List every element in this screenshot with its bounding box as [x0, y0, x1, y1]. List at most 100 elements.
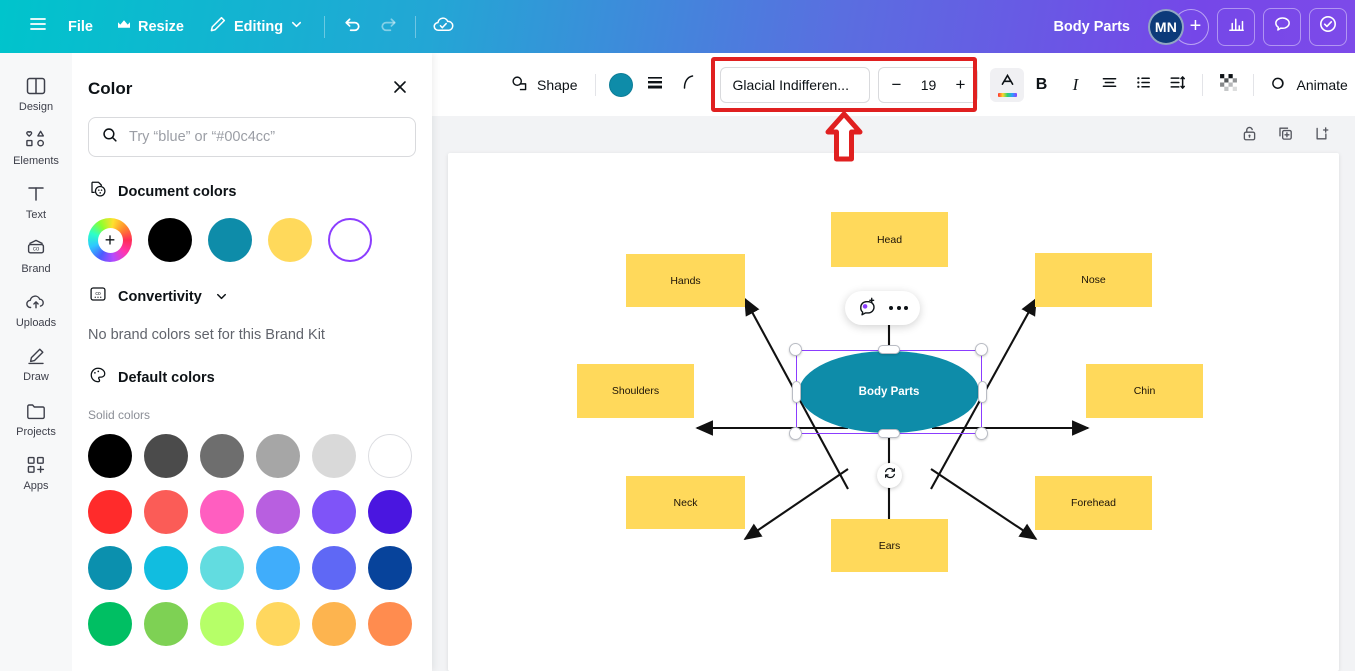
- node-head[interactable]: Head: [831, 212, 948, 267]
- document-colors-icon: [88, 179, 108, 204]
- file-menu-button[interactable]: File: [56, 12, 105, 42]
- redo-button[interactable]: [370, 9, 406, 45]
- resize-handle-top-right[interactable]: [975, 343, 988, 356]
- swatch-yellow[interactable]: [268, 218, 312, 262]
- border-style-button[interactable]: [638, 68, 672, 102]
- line-spacing-icon: [1168, 73, 1187, 97]
- sidebar-item-uploads[interactable]: Uploads: [3, 283, 69, 335]
- node-ears[interactable]: Ears: [831, 519, 948, 572]
- resize-handle-bottom-right[interactable]: [975, 427, 988, 440]
- chevron-down-icon[interactable]: [214, 289, 229, 304]
- sidebar-item-design[interactable]: Design: [3, 67, 69, 119]
- comments-button[interactable]: [1263, 7, 1301, 46]
- solid-swatch[interactable]: [312, 602, 356, 646]
- design-page[interactable]: Head Hands Nose Shoulders Chin Neck Fore…: [448, 153, 1339, 671]
- undo-icon: [342, 14, 363, 40]
- editing-mode-button[interactable]: Editing: [196, 8, 315, 45]
- node-forehead[interactable]: Forehead: [1035, 476, 1152, 530]
- sidebar-item-apps[interactable]: Apps: [3, 446, 69, 498]
- font-size-decrease-button[interactable]: −: [883, 71, 909, 99]
- resize-handle-bottom-left[interactable]: [789, 427, 802, 440]
- resize-handle-top-left[interactable]: [789, 343, 802, 356]
- approve-button[interactable]: [1309, 7, 1347, 46]
- close-icon: [391, 78, 409, 101]
- document-title[interactable]: Body Parts: [1043, 13, 1140, 41]
- close-panel-button[interactable]: [386, 75, 414, 103]
- solid-colors-grid: [72, 422, 432, 646]
- text-align-button[interactable]: [1092, 68, 1126, 102]
- solid-swatch[interactable]: [200, 490, 244, 534]
- undo-button[interactable]: [334, 9, 370, 45]
- solid-swatch[interactable]: [144, 490, 188, 534]
- font-size-input[interactable]: [911, 76, 946, 93]
- solid-swatch[interactable]: [368, 602, 412, 646]
- resize-handle-bottom-center[interactable]: [878, 429, 900, 438]
- sidebar-item-elements[interactable]: Elements: [3, 121, 69, 173]
- node-nose[interactable]: Nose: [1035, 253, 1152, 307]
- sidebar-item-text[interactable]: Text: [3, 175, 69, 227]
- magic-write-icon[interactable]: [857, 296, 877, 321]
- node-hands[interactable]: Hands: [626, 254, 745, 307]
- solid-swatch[interactable]: [256, 490, 300, 534]
- solid-swatch[interactable]: [88, 490, 132, 534]
- solid-swatch[interactable]: [88, 434, 132, 478]
- fill-color-button[interactable]: [604, 68, 638, 102]
- solid-swatch[interactable]: [312, 546, 356, 590]
- sidebar-item-draw[interactable]: Draw: [3, 337, 69, 389]
- italic-button[interactable]: I: [1058, 68, 1092, 102]
- lock-button[interactable]: [1233, 120, 1265, 152]
- solid-swatch[interactable]: [200, 602, 244, 646]
- sidebar-item-brand[interactable]: co Brand: [3, 229, 69, 281]
- brand-kit-header[interactable]: co Convertivity: [72, 262, 432, 309]
- solid-swatch[interactable]: [256, 602, 300, 646]
- node-body-parts-center[interactable]: Body Parts: [799, 351, 979, 433]
- solid-swatch[interactable]: [368, 490, 412, 534]
- solid-swatch[interactable]: [312, 490, 356, 534]
- add-page-button[interactable]: [1305, 120, 1337, 152]
- swatch-black[interactable]: [148, 218, 192, 262]
- color-search-box[interactable]: [88, 117, 416, 157]
- solid-swatch[interactable]: [88, 546, 132, 590]
- bullet-list-button[interactable]: [1126, 68, 1160, 102]
- resize-handle-middle-left[interactable]: [792, 381, 801, 403]
- solid-swatch[interactable]: [312, 434, 356, 478]
- node-shoulders[interactable]: Shoulders: [577, 364, 694, 418]
- solid-swatch[interactable]: [200, 434, 244, 478]
- resize-handle-top-center[interactable]: [878, 345, 900, 354]
- font-size-increase-button[interactable]: +: [947, 71, 973, 99]
- line-curve-button[interactable]: [672, 68, 706, 102]
- bold-button[interactable]: B: [1024, 68, 1058, 102]
- search-input[interactable]: [129, 129, 403, 145]
- line-spacing-button[interactable]: [1160, 68, 1194, 102]
- cloud-save-status-button[interactable]: [425, 9, 461, 45]
- shape-button[interactable]: Shape: [500, 68, 587, 102]
- hamburger-menu-button[interactable]: [20, 9, 56, 45]
- solid-swatch[interactable]: [256, 434, 300, 478]
- font-family-selector[interactable]: Glacial Indifferen...: [720, 66, 871, 103]
- color-picker-wheel[interactable]: [88, 218, 132, 262]
- duplicate-button[interactable]: [1269, 120, 1301, 152]
- solid-swatch[interactable]: [368, 434, 412, 478]
- insights-button[interactable]: [1217, 7, 1255, 46]
- resize-handle-middle-right[interactable]: [978, 381, 987, 403]
- swatch-white-selected[interactable]: [328, 218, 372, 262]
- solid-swatch[interactable]: [144, 602, 188, 646]
- swatch-teal[interactable]: [208, 218, 252, 262]
- solid-swatch[interactable]: [200, 546, 244, 590]
- cloud-check-icon: [432, 13, 455, 41]
- node-chin[interactable]: Chin: [1086, 364, 1203, 418]
- solid-swatch[interactable]: [144, 546, 188, 590]
- solid-swatch[interactable]: [144, 434, 188, 478]
- more-options-icon[interactable]: [889, 306, 908, 310]
- animate-button[interactable]: Animate: [1262, 68, 1355, 102]
- solid-swatch[interactable]: [256, 546, 300, 590]
- font-color-button[interactable]: [990, 67, 1025, 102]
- transparency-button[interactable]: [1211, 68, 1245, 102]
- rotate-handle[interactable]: [877, 463, 902, 488]
- node-neck[interactable]: Neck: [626, 476, 745, 529]
- sidebar-item-projects[interactable]: Projects: [3, 392, 69, 444]
- avatar[interactable]: MN: [1148, 8, 1184, 45]
- solid-swatch[interactable]: [88, 602, 132, 646]
- resize-button[interactable]: Resize: [105, 12, 196, 42]
- solid-swatch[interactable]: [368, 546, 412, 590]
